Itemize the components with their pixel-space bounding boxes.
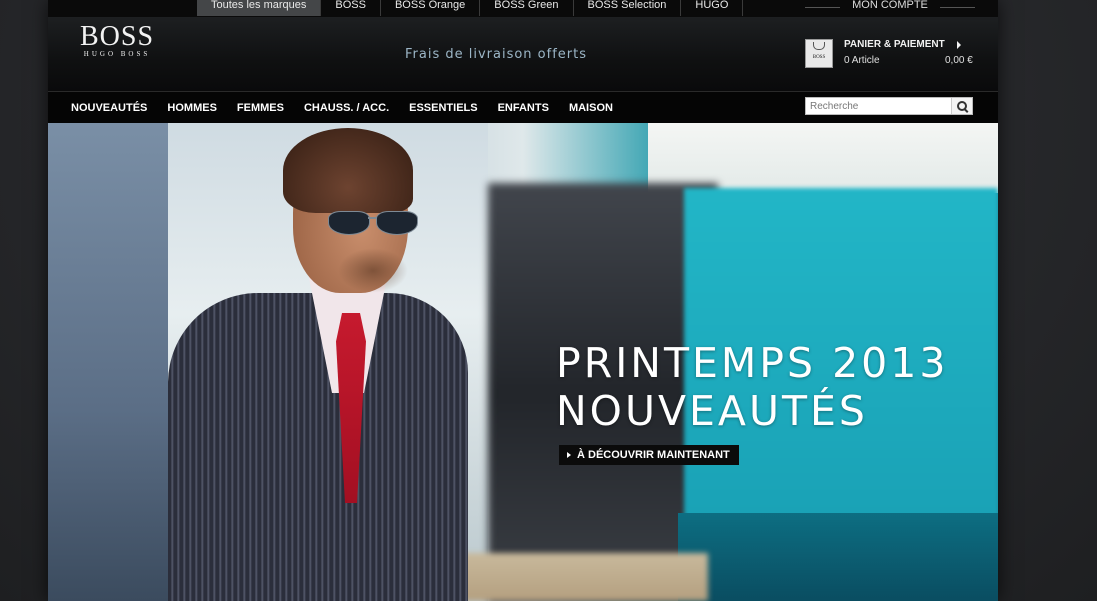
main-nav: NOUVEAUTÉS HOMMES FEMMES CHAUSS. / ACC. …: [48, 91, 998, 124]
page: Toutes les marques BOSS BOSS Orange BOSS…: [48, 0, 998, 601]
promo-banner: Frais de livraison offerts: [405, 47, 587, 62]
model-image: [168, 128, 498, 601]
brand-tab-boss-orange[interactable]: BOSS Orange: [379, 0, 479, 16]
hero-title: PRINTEMPS 2013 NOUVEAUTÉS: [556, 339, 948, 435]
nav-item-hommes[interactable]: HOMMES: [157, 102, 227, 114]
divider: [939, 6, 975, 8]
nav-items: NOUVEAUTÉS HOMMES FEMMES CHAUSS. / ACC. …: [61, 92, 623, 124]
cart[interactable]: BOSS PANIER & PAIEMENT 0 Article 0,00 €: [805, 39, 977, 71]
account-link[interactable]: MON COMPTE: [805, 0, 975, 14]
brand-tab-boss[interactable]: BOSS: [320, 0, 380, 16]
nav-item-enfants[interactable]: ENFANTS: [488, 102, 559, 114]
nav-item-chaussures-accessoires[interactable]: CHAUSS. / ACC.: [294, 102, 399, 114]
shopping-bag-icon[interactable]: BOSS: [805, 39, 833, 68]
brand-tab-boss-green[interactable]: BOSS Green: [479, 0, 572, 16]
hero-background: [48, 123, 168, 601]
header: BOSS HUGO BOSS Frais de livraison offert…: [48, 17, 998, 91]
hero-background: [678, 513, 998, 601]
logo[interactable]: BOSS HUGO BOSS: [80, 21, 155, 59]
nav-item-femmes[interactable]: FEMMES: [227, 102, 294, 114]
arrow-right-icon: [957, 41, 961, 49]
cart-title[interactable]: PANIER & PAIEMENT: [844, 39, 945, 50]
logo-sub: HUGO BOSS: [83, 50, 151, 58]
cart-count: 0 Article: [844, 55, 880, 66]
nav-item-maison[interactable]: MAISON: [559, 102, 623, 114]
brand-tab-all[interactable]: Toutes les marques: [197, 0, 321, 16]
nav-item-nouveautes[interactable]: NOUVEAUTÉS: [61, 102, 157, 114]
brand-tabs: Toutes les marques BOSS BOSS Orange BOSS…: [197, 0, 744, 16]
cart-total: 0,00 €: [945, 55, 973, 66]
hero-title-line1: PRINTEMPS 2013: [556, 339, 949, 387]
divider: [805, 6, 841, 8]
logo-main: BOSS: [80, 21, 155, 52]
hero-title-line2: NOUVEAUTÉS: [556, 387, 868, 435]
account-label: MON COMPTE: [852, 0, 928, 11]
nav-item-essentiels[interactable]: ESSENTIELS: [399, 102, 487, 114]
brand-tab-boss-selection[interactable]: BOSS Selection: [572, 0, 681, 16]
discover-button-label: À DÉCOUVRIR MAINTENANT: [577, 449, 730, 461]
play-arrow-icon: [567, 452, 571, 458]
brand-bar: Toutes les marques BOSS BOSS Orange BOSS…: [48, 0, 998, 17]
cart-icon-label: BOSS: [812, 55, 826, 60]
sunglasses: [328, 211, 423, 235]
search-box: [805, 97, 973, 115]
search-input[interactable]: [806, 98, 960, 114]
discover-button[interactable]: À DÉCOUVRIR MAINTENANT: [559, 445, 739, 465]
search-button[interactable]: [951, 98, 972, 114]
brand-tab-hugo[interactable]: HUGO: [680, 0, 744, 16]
hero-banner[interactable]: PRINTEMPS 2013 NOUVEAUTÉS À DÉCOUVRIR MA…: [48, 123, 998, 601]
